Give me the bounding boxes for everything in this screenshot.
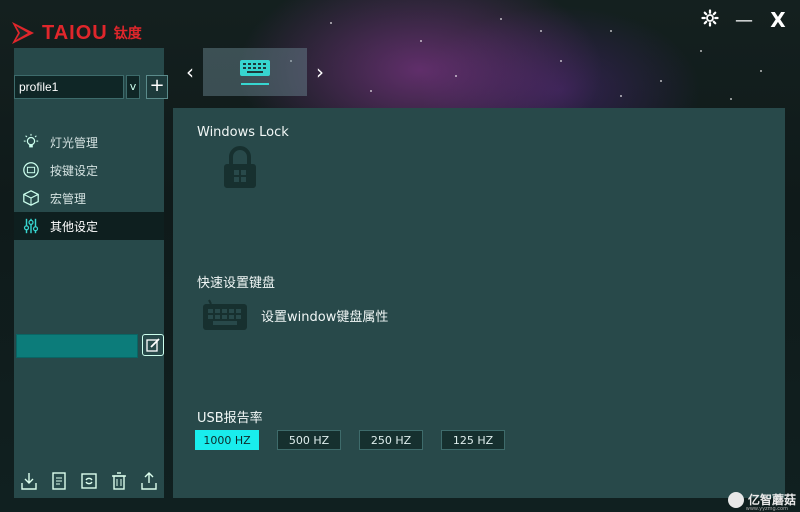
- prev-device-button[interactable]: ‹: [181, 60, 199, 84]
- rate-1000hz-button[interactable]: 1000 HZ: [195, 430, 259, 450]
- device-tab-keyboard[interactable]: [203, 48, 307, 96]
- sidebar-item-label: 按键设定: [50, 163, 99, 178]
- profile-row: profile1 v +: [14, 75, 168, 99]
- watermark-url: www.yyzmg.com: [745, 506, 788, 512]
- usb-rate-options: 1000 HZ 500 HZ 250 HZ 125 HZ: [195, 430, 505, 450]
- keyboard-properties-row[interactable]: 设置window键盘属性: [201, 298, 388, 332]
- app-logo: TAIOU 钛度: [10, 16, 142, 50]
- export-button[interactable]: [138, 470, 160, 492]
- sidebar-item-label: 其他设定: [50, 219, 99, 234]
- close-button[interactable]: X: [768, 8, 788, 32]
- window-controls: — X: [700, 8, 788, 32]
- minimize-button[interactable]: —: [734, 10, 754, 31]
- sidebar-item-macro[interactable]: 宏管理: [14, 184, 164, 212]
- add-profile-button[interactable]: +: [146, 75, 168, 99]
- lock-icon: [224, 146, 256, 188]
- keyboard-properties-label: 设置window键盘属性: [261, 309, 389, 325]
- import-icon: [21, 473, 37, 490]
- settings-button[interactable]: [700, 8, 720, 32]
- windows-lock-toggle[interactable]: [221, 146, 259, 194]
- profile-dropdown-arrow[interactable]: v: [126, 75, 140, 99]
- logo-mark-icon: [12, 22, 34, 44]
- keyboard-outline-icon: [203, 299, 247, 330]
- mushroom-icon: [727, 491, 744, 508]
- rate-125hz-button[interactable]: 125 HZ: [441, 430, 505, 450]
- edit-name-button[interactable]: [142, 334, 164, 356]
- sidebar-toolbar: [14, 470, 164, 492]
- device-tab-underline: [241, 83, 269, 85]
- quick-setup-title: 快速设置键盘: [197, 276, 276, 291]
- sliders-icon: [22, 217, 40, 235]
- gear-icon: [701, 8, 719, 27]
- document-button[interactable]: [48, 470, 70, 492]
- sidebar-item-label: 灯光管理: [50, 135, 99, 150]
- keys-icon: [22, 161, 40, 179]
- sidebar-item-label: 宏管理: [50, 191, 87, 206]
- sidebar-item-lighting[interactable]: 灯光管理: [14, 128, 164, 156]
- sidebar: profile1 v + 灯光管理 按键设定 宏管理 其他设定: [14, 48, 168, 498]
- rate-250hz-button[interactable]: 250 HZ: [359, 430, 423, 450]
- profile-select[interactable]: profile1: [14, 75, 124, 99]
- export-icon: [141, 472, 157, 490]
- sidebar-item-key-settings[interactable]: 按键设定: [14, 156, 164, 184]
- delete-button[interactable]: [108, 470, 130, 492]
- refresh-button[interactable]: [78, 470, 100, 492]
- bulb-icon: [22, 133, 40, 151]
- logo-cn: 钛度: [113, 26, 142, 42]
- settings-panel: Windows Lock 快速设置键盘 设置window键盘属性 USB报告率 …: [173, 108, 785, 498]
- usb-rate-title: USB报告率: [197, 411, 263, 426]
- device-nav: ‹ ›: [181, 48, 329, 96]
- keyboard-icon: [240, 60, 270, 76]
- box-icon: [22, 189, 40, 207]
- windows-lock-title: Windows Lock: [197, 125, 289, 140]
- sidebar-item-other-settings[interactable]: 其他设定: [14, 212, 164, 240]
- next-device-button[interactable]: ›: [311, 60, 329, 84]
- rate-500hz-button[interactable]: 500 HZ: [277, 430, 341, 450]
- document-icon: [52, 472, 66, 490]
- sidebar-nav: 灯光管理 按键设定 宏管理 其他设定: [14, 128, 164, 240]
- refresh-icon: [81, 473, 97, 489]
- import-button[interactable]: [18, 470, 40, 492]
- pencil-icon: [146, 338, 160, 352]
- profile-name-input[interactable]: [16, 334, 138, 358]
- trash-icon: [112, 472, 126, 490]
- profile-name-row: [16, 334, 164, 358]
- logo-text: TAIOU: [42, 21, 108, 44]
